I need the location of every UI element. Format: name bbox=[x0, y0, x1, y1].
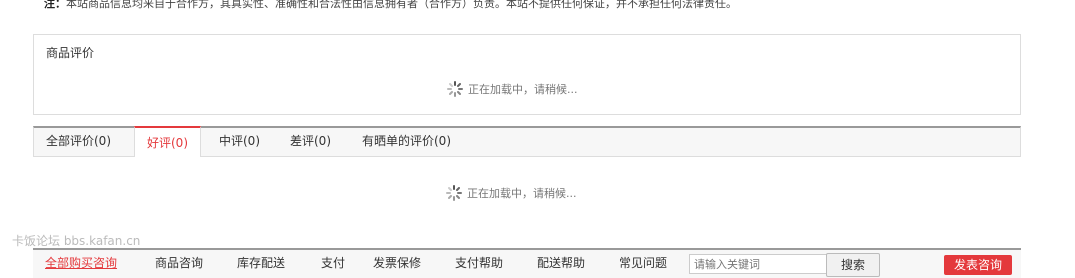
tab-product-consult[interactable]: 商品咨询 bbox=[155, 254, 203, 271]
review-box-title: 商品评价 bbox=[46, 46, 95, 60]
tab-invoice-warranty[interactable]: 发票保修 bbox=[373, 254, 421, 271]
tab-stock-delivery[interactable]: 库存配送 bbox=[237, 254, 285, 271]
disclaimer-text: 本站商品信息均来自于合作方，其真实性、准确性和合法性由信息拥有者（合作方）负责。… bbox=[66, 0, 737, 10]
consult-search-input[interactable] bbox=[689, 254, 831, 274]
tab-all-reviews[interactable]: 全部评价(0) bbox=[34, 126, 123, 157]
disclaimer-label: 注： bbox=[44, 0, 66, 10]
forum-watermark: 卡饭论坛 bbs.kafan.cn bbox=[12, 234, 141, 248]
tab-positive-reviews[interactable]: 好评(0) bbox=[134, 126, 201, 157]
post-consult-button[interactable]: 发表咨询 bbox=[944, 255, 1012, 275]
consult-tab-bar: 全部购买咨询 商品咨询 库存配送 支付 发票保修 支付帮助 配送帮助 常见问题 … bbox=[33, 248, 1021, 278]
tab-negative-reviews[interactable]: 差评(0) bbox=[278, 126, 343, 157]
tab-delivery-help[interactable]: 配送帮助 bbox=[537, 254, 585, 271]
tab-payment-help[interactable]: 支付帮助 bbox=[455, 254, 503, 271]
loading-text: 正在加载中，请稍候... bbox=[467, 187, 577, 200]
tab-faq[interactable]: 常见问题 bbox=[619, 254, 667, 271]
review-filter-tabs: 全部评价(0) 好评(0) 中评(0) 差评(0) 有晒单的评价(0) bbox=[33, 126, 1021, 157]
review-box-loading: 正在加载中，请稍候... bbox=[447, 81, 578, 97]
reviews-loading: 正在加载中，请稍候... bbox=[446, 185, 577, 201]
product-review-box: 商品评价 正在加载中，请稍候... bbox=[33, 34, 1021, 115]
tab-neutral-reviews[interactable]: 中评(0) bbox=[207, 126, 272, 157]
tab-all-consult[interactable]: 全部购买咨询 bbox=[45, 254, 117, 271]
loading-spinner-icon bbox=[447, 81, 463, 97]
loading-spinner-icon bbox=[446, 185, 462, 201]
loading-text: 正在加载中，请稍候... bbox=[468, 83, 578, 96]
tab-payment[interactable]: 支付 bbox=[321, 254, 345, 271]
consult-search-button[interactable]: 搜索 bbox=[826, 253, 880, 277]
disclaimer-notice: 注：本站商品信息均来自于合作方，其真实性、准确性和合法性由信息拥有者（合作方）负… bbox=[44, 0, 737, 11]
tab-photo-reviews[interactable]: 有晒单的评价(0) bbox=[350, 126, 463, 157]
